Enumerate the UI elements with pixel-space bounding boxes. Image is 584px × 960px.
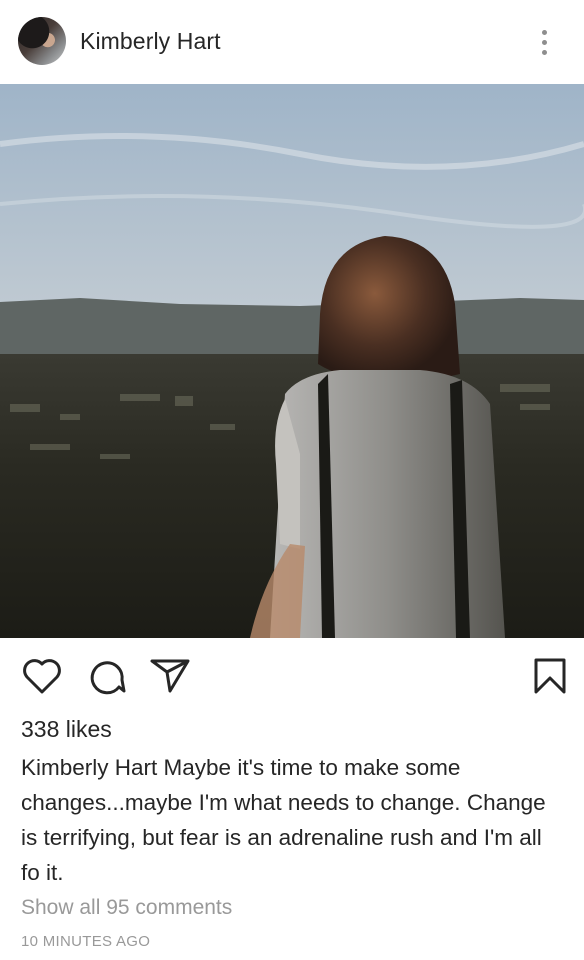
post-screen: Kimberly Hart 338 likes Kimberly Hart Ma… [0, 0, 584, 960]
post-header: Kimberly Hart [0, 0, 584, 84]
more-vertical-icon-dot [541, 39, 547, 45]
more-vertical-icon [541, 29, 547, 35]
bookmark-icon [534, 658, 566, 694]
heart-icon [23, 659, 61, 694]
caption-username[interactable]: Kimberly Hart [21, 755, 157, 780]
comment-button[interactable] [84, 654, 128, 698]
comment-icon [90, 661, 126, 695]
avatar[interactable] [18, 17, 66, 65]
show-comments-link[interactable]: Show all 95 comments [21, 896, 232, 920]
avatar-image [18, 17, 66, 65]
post-caption: Kimberly Hart Maybe it's time to make so… [21, 750, 566, 890]
like-button[interactable] [20, 654, 64, 698]
likes-count[interactable]: 338 likes [21, 716, 112, 743]
save-button[interactable] [528, 654, 572, 698]
post-username[interactable]: Kimberly Hart [80, 28, 221, 55]
post-timestamp: 10 MINUTES AGO [21, 933, 151, 950]
more-vertical-icon-dot [541, 49, 547, 55]
post-photo-image [0, 84, 584, 638]
more-options-button[interactable] [530, 24, 558, 60]
post-photo[interactable] [0, 84, 584, 638]
share-button[interactable] [148, 654, 192, 698]
send-icon [150, 659, 190, 693]
post-actions [0, 638, 584, 714]
